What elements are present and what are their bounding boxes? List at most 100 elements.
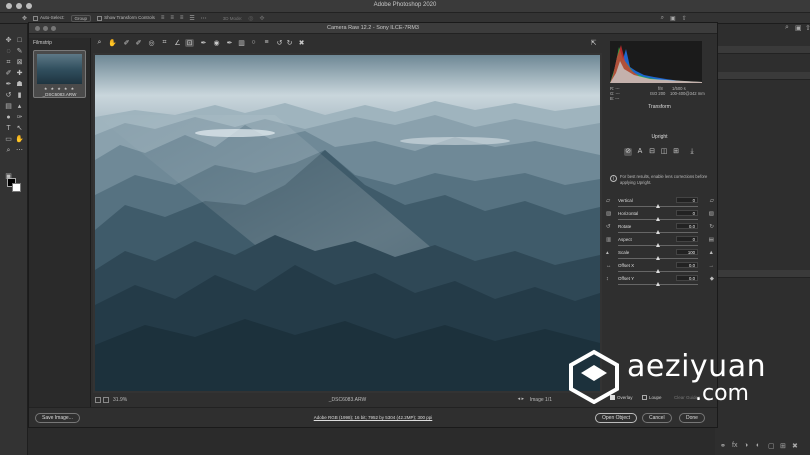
slider-value[interactable]: 0 <box>676 210 698 216</box>
spot-removal-tool-icon[interactable]: ✒ <box>199 39 208 47</box>
slider-thumb[interactable] <box>655 217 660 221</box>
dialog-close-button[interactable] <box>35 26 40 31</box>
search-icon[interactable]: ⌕ <box>661 15 664 22</box>
distribute-icon[interactable]: ☰ <box>189 15 194 22</box>
fx-icon[interactable]: fx <box>732 442 737 449</box>
quick-mask-icon[interactable]: ▣ <box>4 172 13 181</box>
new-layer-icon[interactable]: ⊞ <box>780 442 786 450</box>
shape-tool[interactable]: ▭ <box>4 135 13 144</box>
mask-icon[interactable]: ◑ <box>744 442 748 449</box>
hand-tool-icon[interactable]: ✋ <box>108 39 117 47</box>
slider-thumb[interactable] <box>655 230 660 234</box>
slider-thumb[interactable] <box>655 204 660 208</box>
pen-tool[interactable]: ✑ <box>15 113 24 122</box>
blur-tool[interactable]: ▴ <box>15 102 24 111</box>
upright-off-icon[interactable]: ⊘ <box>624 148 632 156</box>
upright-vertical-icon[interactable]: ◫ <box>660 148 668 156</box>
slider-thumb[interactable] <box>655 269 660 273</box>
slider-value[interactable]: 0 <box>676 197 698 203</box>
link-layers-icon[interactable]: ⚭ <box>720 442 726 450</box>
upright-guided-icon[interactable]: ⤓ <box>688 148 696 156</box>
workspace-icon[interactable]: ▣ <box>670 15 676 22</box>
upright-full-icon[interactable]: ⊞ <box>672 148 680 156</box>
upright-level-icon[interactable]: ⊟ <box>648 148 656 156</box>
eyedropper-tool[interactable]: ✐ <box>4 69 13 78</box>
panel-header-properties[interactable] <box>715 46 810 54</box>
group-icon[interactable]: ▢ <box>768 442 775 450</box>
red-eye-tool-icon[interactable]: ◉ <box>212 39 221 47</box>
hand-tool[interactable]: ✋ <box>15 135 24 144</box>
healing-tool[interactable]: ✚ <box>15 69 24 78</box>
auto-select-dropdown[interactable]: Group <box>70 14 92 22</box>
filmstrip-thumbnail[interactable]: ★ ★ ★ ★ ★ _DSC6083.ARW <box>33 50 86 98</box>
straighten-tool-icon[interactable]: ∠ <box>173 39 182 47</box>
frame-tool[interactable]: ⊠ <box>15 58 24 67</box>
stamp-tool[interactable]: ☗ <box>15 80 24 89</box>
orbit-3d-icon[interactable]: ◎ <box>248 15 253 22</box>
slider-offset-y[interactable]: ↕ Offset Y 0.0 ◆ <box>606 275 714 289</box>
rotate-left-icon[interactable]: ↺ <box>275 39 284 47</box>
zoom-tool[interactable]: ⌕ <box>4 146 13 155</box>
more-icon[interactable]: ⋯ <box>201 15 207 22</box>
brush-tool[interactable]: ✒ <box>4 80 13 89</box>
slider-value[interactable]: 0 <box>676 236 698 242</box>
workspace-icon[interactable]: ▣ <box>795 24 802 32</box>
slider-thumb[interactable] <box>655 256 660 260</box>
dialog-minimize-button[interactable] <box>43 26 48 31</box>
color-sampler-tool-icon[interactable]: ✐ <box>134 39 143 47</box>
dialog-zoom-button[interactable] <box>51 26 56 31</box>
share-icon[interactable]: ⇧ <box>682 15 687 22</box>
type-tool[interactable]: T <box>4 124 13 133</box>
gradient-tool[interactable]: ▤ <box>4 102 13 111</box>
delete-icon[interactable]: ✖ <box>297 39 306 47</box>
slider-thumb[interactable] <box>655 282 660 286</box>
path-select-tool[interactable]: ↖ <box>15 124 24 133</box>
slider-thumb[interactable] <box>655 243 660 247</box>
align-right-icon[interactable]: ≡ <box>180 15 184 21</box>
fullscreen-icon[interactable]: ⇱ <box>589 39 598 47</box>
crop-tool[interactable]: ⌗ <box>4 58 13 67</box>
crop-tool-icon[interactable]: ⌗ <box>160 39 169 47</box>
edit-toolbar-icon[interactable]: ⋯ <box>15 146 24 155</box>
auto-select-checkbox[interactable]: Auto-Select: <box>33 15 65 21</box>
move-tool-icon[interactable]: ✥ <box>22 15 27 22</box>
slider-value[interactable]: 0.0 <box>676 275 698 281</box>
quick-select-tool[interactable]: ✎ <box>15 47 24 56</box>
dodge-tool[interactable]: ● <box>4 113 13 122</box>
adjustment-layer-icon[interactable]: ◐ <box>756 442 760 449</box>
white-balance-tool-icon[interactable]: ✐ <box>122 39 131 47</box>
rotate-right-icon[interactable]: ↻ <box>285 39 294 47</box>
radial-filter-icon[interactable]: ○ <box>249 39 258 46</box>
slider-value[interactable]: 100 <box>676 249 698 255</box>
transform-controls-checkbox[interactable]: Show Transform Controls <box>97 15 155 21</box>
align-center-icon[interactable]: ≡ <box>170 15 174 21</box>
cancel-button[interactable]: Cancel <box>642 413 672 423</box>
trash-icon[interactable]: ✖ <box>792 442 798 450</box>
graduated-filter-icon[interactable]: ▥ <box>237 39 246 47</box>
panel-header-adjustments[interactable] <box>715 72 810 80</box>
upright-auto-icon[interactable]: A <box>636 148 644 156</box>
thumbnail-rating[interactable]: ★ ★ ★ ★ ★ <box>34 86 85 91</box>
panel-header-layers[interactable] <box>715 270 810 278</box>
pan-3d-icon[interactable]: ✥ <box>260 15 265 22</box>
artboard-tool[interactable]: □ <box>15 36 24 45</box>
targeted-adjustment-tool-icon[interactable]: ◎ <box>147 39 156 47</box>
image-preview-area[interactable] <box>93 53 602 393</box>
align-left-icon[interactable]: ≡ <box>161 15 165 21</box>
adjustment-brush-icon[interactable]: ✒ <box>225 39 234 47</box>
move-tool[interactable]: ✥ <box>4 36 13 45</box>
image-navigation[interactable]: ◂ ▸ <box>518 396 524 402</box>
slider-value[interactable]: 0.0 <box>676 223 698 229</box>
photo-preview[interactable] <box>95 55 600 391</box>
lasso-tool[interactable]: ◌ <box>4 47 13 56</box>
transform-tool-icon[interactable]: ⊡ <box>185 39 194 47</box>
eraser-tool[interactable]: ▮ <box>15 91 24 100</box>
zoom-tool-icon[interactable]: ⌕ <box>95 39 104 47</box>
open-object-button[interactable]: Open Object <box>595 413 638 423</box>
done-button[interactable]: Done <box>679 413 705 423</box>
slider-value[interactable]: 0.0 <box>676 262 698 268</box>
search-icon[interactable]: ⌕ <box>785 24 789 32</box>
background-color-swatch[interactable] <box>12 183 21 192</box>
history-brush-tool[interactable]: ↺ <box>4 91 13 100</box>
share-icon[interactable]: ⇧ <box>805 24 810 32</box>
